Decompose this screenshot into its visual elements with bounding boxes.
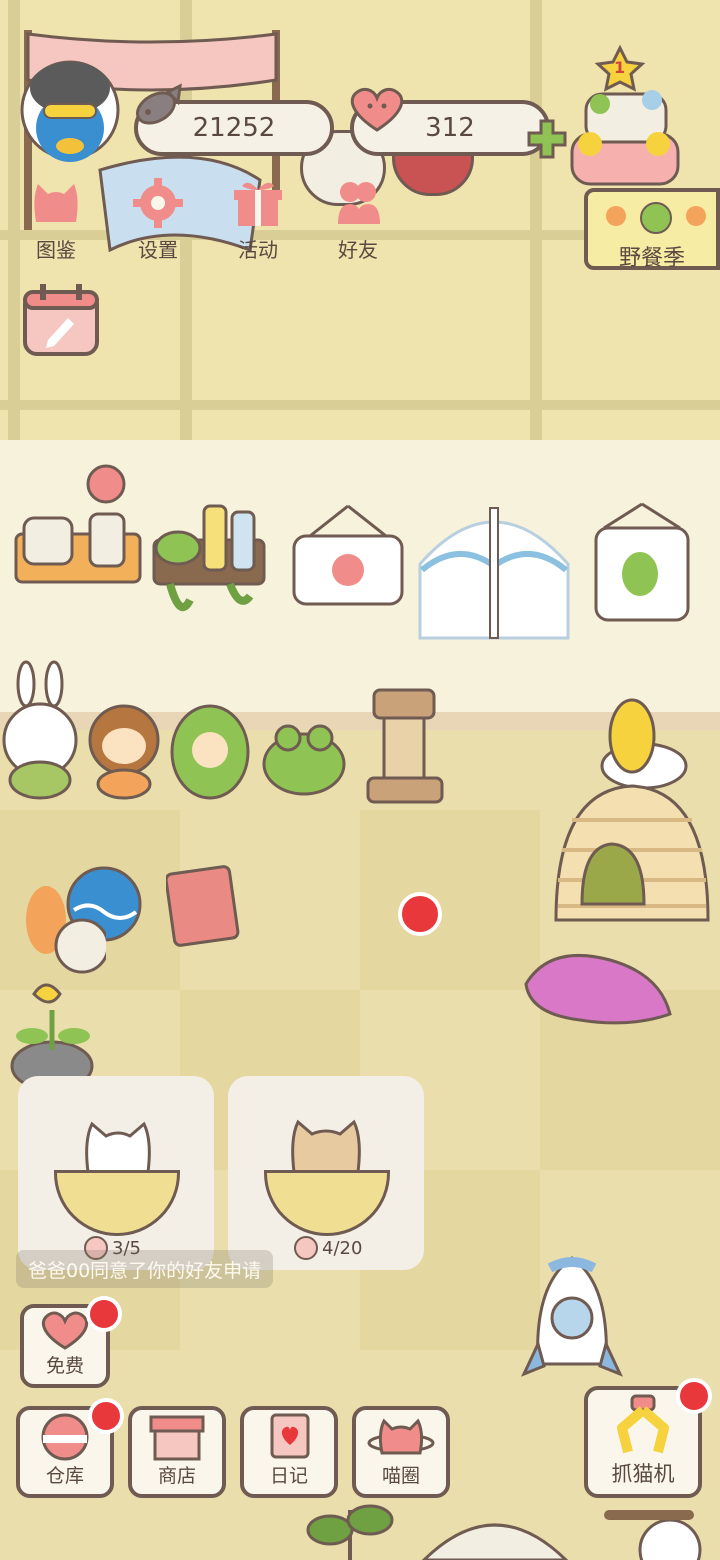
- scratching-post: [366, 688, 444, 804]
- gift-icon: [234, 182, 282, 226]
- friends-icon: [338, 182, 380, 224]
- cat-card-tabby[interactable]: 4/20: [228, 1076, 424, 1270]
- cat-count-text: 4/20: [322, 1237, 363, 1259]
- friend-request-notification: 爸爸00同意了你的好友申请: [16, 1250, 274, 1288]
- event-badge-number: 1: [614, 58, 626, 77]
- claw-machine-label: 抓猫机: [611, 1462, 675, 1486]
- leaf-picture-frame: [594, 502, 690, 622]
- cat-head-icon: [34, 184, 78, 222]
- storage-icon: [41, 1413, 89, 1461]
- shop-button[interactable]: 商店: [128, 1406, 226, 1498]
- shop-icon: [149, 1415, 205, 1461]
- red-ball-toy[interactable]: [398, 892, 442, 936]
- picnic-season-button[interactable]: 野餐季: [584, 188, 720, 271]
- cat-bowl: [264, 1170, 390, 1236]
- cat-count-tabby: 4/20: [294, 1236, 362, 1260]
- snail-toy-bottom: [604, 1510, 702, 1560]
- cat-planet-icon: [367, 1418, 435, 1455]
- green-plant-bottom: [306, 1504, 394, 1560]
- potted-plants: [10, 886, 106, 1090]
- menu-label: 图鉴: [36, 238, 76, 262]
- calendar-button[interactable]: [22, 282, 100, 358]
- menu-collection-button[interactable]: 图鉴: [14, 178, 98, 263]
- frog-plant-shelf: [152, 504, 266, 612]
- player-avatar[interactable]: [10, 48, 126, 164]
- fish-icon: [136, 83, 182, 125]
- straw-cat-house[interactable]: [552, 780, 712, 930]
- shop-label: 商店: [157, 1465, 196, 1487]
- rocket-cat-bed: [521, 1256, 623, 1377]
- purple-cat-toy: [524, 953, 672, 1025]
- menu-label: 设置: [138, 238, 178, 262]
- duck-toy: [600, 698, 688, 790]
- plush-toys-row: [2, 660, 346, 800]
- flower-sign-frame: [292, 504, 404, 606]
- apple-flowers-icon: [606, 202, 706, 234]
- picnic-season-label: 野餐季: [618, 246, 685, 271]
- notification-text: 爸爸00同意了你的好友申请: [28, 1259, 262, 1282]
- heart-icon: [350, 87, 404, 132]
- menu-settings-button[interactable]: 设置: [116, 178, 200, 263]
- free-button-label: 免费: [45, 1355, 84, 1377]
- gear-icon: [133, 178, 183, 228]
- round-table-bottom: [421, 1523, 569, 1560]
- heart-count: 312: [425, 113, 475, 143]
- fish-count: 21252: [192, 113, 276, 143]
- event-cake-decoration[interactable]: 1: [560, 44, 690, 194]
- ragdoll-cat-icon: [85, 1121, 151, 1174]
- storage-label: 仓库: [45, 1465, 84, 1487]
- claw-notification-dot: [676, 1378, 712, 1414]
- doorway-curtain: [418, 507, 570, 640]
- diary-icon: [270, 1413, 310, 1459]
- menu-label: 活动: [238, 238, 278, 262]
- flower-jar-shelf: [14, 464, 142, 584]
- calendar-pencil-icon: [23, 284, 99, 356]
- storage-notification-dot: [88, 1398, 124, 1434]
- cat-bowl: [54, 1170, 180, 1236]
- claw-icon: [617, 1394, 669, 1454]
- heart-icon: [42, 1311, 88, 1350]
- book-item[interactable]: [166, 864, 242, 948]
- menu-friends-button[interactable]: 好友: [316, 178, 400, 263]
- tabby-cat-icon: [291, 1119, 361, 1174]
- menu-label: 好友: [338, 238, 378, 262]
- egg-icon: [294, 1236, 318, 1260]
- cat-card-ragdoll[interactable]: 3/5: [18, 1076, 214, 1270]
- free-notification-dot: [86, 1296, 122, 1332]
- menu-events-button[interactable]: 活动: [216, 178, 300, 263]
